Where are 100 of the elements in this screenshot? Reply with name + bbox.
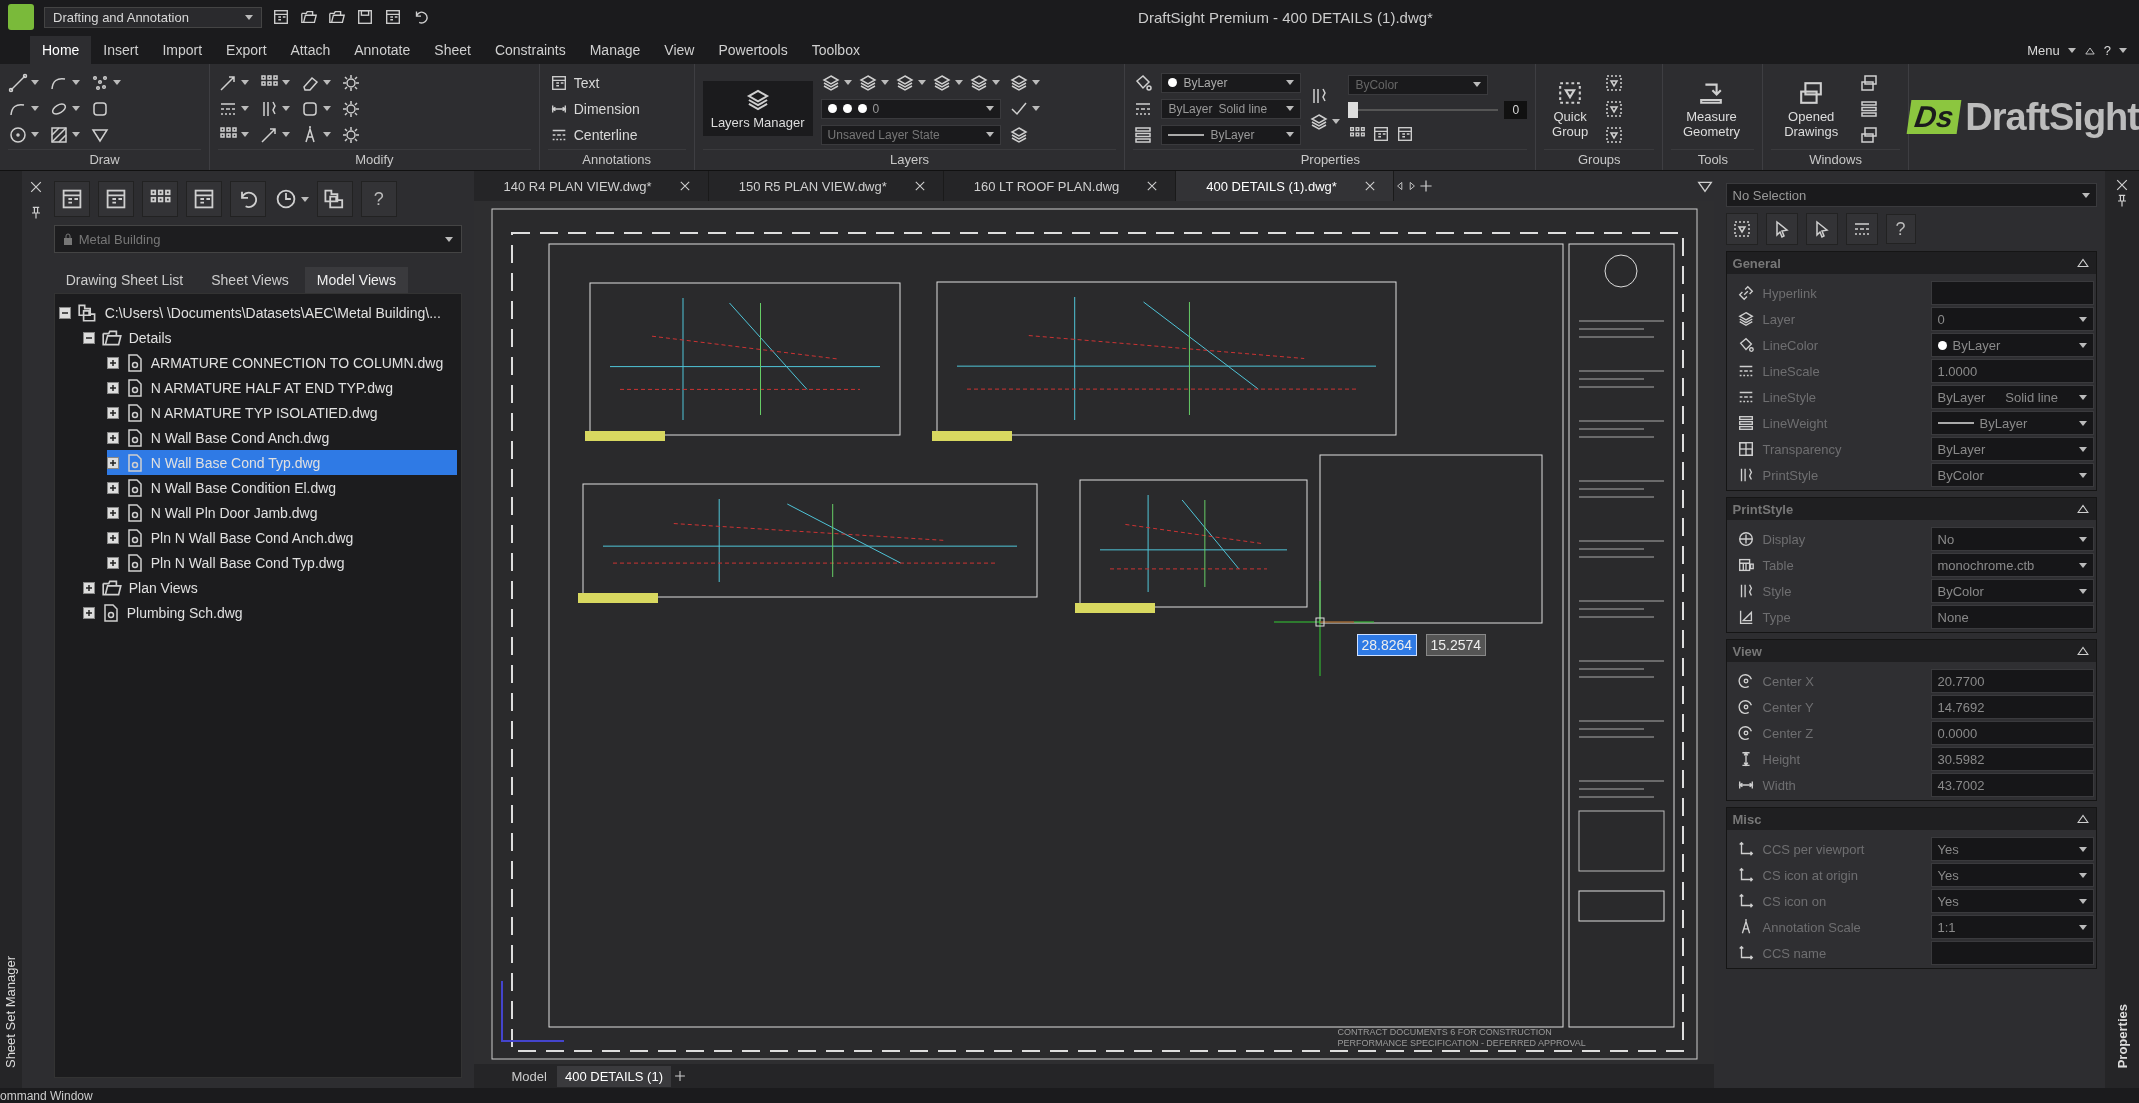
- property-dropdown[interactable]: ByLayer Solid line: [1930, 385, 2095, 409]
- layout-tab[interactable]: 400 DETAILS (1): [556, 1065, 671, 1087]
- annotation-button[interactable]: Text: [547, 71, 642, 94]
- quick-group-button[interactable]: Quick Group: [1544, 76, 1597, 141]
- caret-icon[interactable]: [2079, 924, 2088, 930]
- tree-item[interactable]: Plumbing Sch.dwg: [82, 600, 457, 625]
- caret-icon[interactable]: [2079, 562, 2088, 568]
- coordinate-field[interactable]: 15.2574: [1425, 634, 1487, 656]
- lineweight-dropdown[interactable]: ByLayer: [1161, 124, 1302, 145]
- tree-item[interactable]: Details: [82, 325, 457, 350]
- caret-icon[interactable]: [241, 80, 250, 85]
- caret-icon[interactable]: [2079, 394, 2088, 400]
- color-dropdown[interactable]: ByLayer: [1161, 72, 1302, 93]
- section-header[interactable]: PrintStyle: [1726, 498, 2097, 520]
- caret-icon[interactable]: [917, 80, 926, 85]
- layers-manager-button[interactable]: Layers Manager: [702, 81, 813, 136]
- expand-box-icon[interactable]: [106, 506, 119, 519]
- caret-icon[interactable]: [1031, 106, 1040, 111]
- property-field[interactable]: 43.7002: [1930, 773, 2095, 797]
- caret-icon[interactable]: [241, 106, 250, 111]
- caret-icon[interactable]: [1332, 119, 1341, 124]
- caret-icon[interactable]: [323, 106, 332, 111]
- drawing-tab[interactable]: 140 R4 PLAN VIEW.dwg*: [473, 171, 709, 201]
- line-icon[interactable]: [8, 72, 28, 93]
- layers-icon[interactable]: [1008, 124, 1029, 145]
- sheet-icon[interactable]: [1372, 124, 1391, 143]
- panel-side-label[interactable]: Properties: [2114, 1003, 2130, 1068]
- ribbon-tab[interactable]: Sheet: [422, 36, 483, 64]
- caret-icon[interactable]: [843, 80, 852, 85]
- panel-side-label[interactable]: Sheet Set Manager: [3, 955, 19, 1068]
- property-field[interactable]: 20.7700: [1930, 669, 2095, 693]
- caret-icon[interactable]: [2079, 472, 2088, 478]
- caret-icon[interactable]: [282, 132, 291, 137]
- toolbar-button[interactable]: [185, 181, 222, 217]
- ribbon-tab[interactable]: Import: [150, 36, 215, 64]
- drawing-tab[interactable]: 150 R5 PLAN VIEW.dwg*: [708, 171, 944, 201]
- ribbon-tab[interactable]: Annotate: [342, 36, 423, 64]
- expand-box-icon[interactable]: [106, 431, 119, 444]
- property-dropdown[interactable]: ByLayer: [1930, 437, 2095, 461]
- workspace-dropdown[interactable]: Drafting and Annotation: [44, 6, 262, 28]
- panel-tab[interactable]: Model Views: [304, 267, 408, 293]
- tree-item[interactable]: N ARMATURE TYP ISOLATIED.dwg: [106, 400, 457, 425]
- panel-tab[interactable]: Sheet Views: [199, 267, 301, 293]
- caret-icon[interactable]: [113, 80, 121, 85]
- layers-icon[interactable]: [820, 72, 841, 93]
- layers-icon[interactable]: [931, 72, 952, 93]
- group-icon[interactable]: [1604, 124, 1625, 145]
- ribbon-tab[interactable]: Insert: [91, 36, 151, 64]
- ribbon-tab[interactable]: Constraints: [482, 36, 578, 64]
- plus-icon[interactable]: [673, 1069, 687, 1083]
- expand-box-icon[interactable]: [106, 556, 119, 569]
- windows-icon[interactable]: [1859, 124, 1880, 145]
- caret-icon[interactable]: [2079, 588, 2088, 594]
- layers-icon[interactable]: [857, 72, 878, 93]
- sheet-icon[interactable]: [1396, 124, 1415, 143]
- layer-dropdown[interactable]: 0: [820, 98, 1001, 119]
- property-field[interactable]: 30.5982: [1930, 747, 2095, 771]
- toolbar-button[interactable]: [1805, 213, 1838, 245]
- caret-icon[interactable]: [2079, 420, 2088, 426]
- ribbon-tab[interactable]: View: [652, 36, 707, 64]
- property-field[interactable]: 1.0000: [1930, 359, 2095, 383]
- ribbon-tab[interactable]: Toolbox: [799, 36, 872, 64]
- tree-item[interactable]: N Wall Pln Door Jamb.dwg: [106, 500, 457, 525]
- caret-icon[interactable]: [991, 80, 1000, 85]
- caret-icon[interactable]: [323, 132, 332, 137]
- burst-icon[interactable]: [341, 124, 362, 145]
- section-header[interactable]: Misc: [1726, 808, 2097, 830]
- help-button[interactable]: ?: [2103, 43, 2111, 58]
- group-icon[interactable]: [1604, 72, 1625, 93]
- coordinate-field[interactable]: 28.8264: [1356, 634, 1418, 656]
- toolbar-button[interactable]: [229, 181, 266, 217]
- panel-tab[interactable]: Drawing Sheet List: [53, 267, 196, 293]
- transparency-slider[interactable]: [1348, 102, 1499, 117]
- caret-icon[interactable]: [2067, 48, 2076, 53]
- property-dropdown[interactable]: Yes: [1930, 863, 2095, 887]
- layout-tab[interactable]: Model: [503, 1065, 555, 1087]
- caret-icon[interactable]: [72, 106, 80, 111]
- caret-icon[interactable]: [31, 80, 39, 85]
- ribbon-tab[interactable]: Manage: [577, 36, 653, 64]
- property-dropdown[interactable]: monochrome.ctb: [1930, 553, 2095, 577]
- layers-icon[interactable]: [1309, 111, 1330, 132]
- property-dropdown[interactable]: ByColor: [1930, 579, 2095, 603]
- caret-icon[interactable]: [31, 132, 39, 137]
- toolbar-button[interactable]: [316, 181, 353, 217]
- caret-icon[interactable]: [323, 80, 332, 85]
- toolbar-button[interactable]: [97, 181, 134, 217]
- property-field[interactable]: 0.0000: [1930, 721, 2095, 745]
- caret-icon[interactable]: [72, 132, 80, 137]
- property-dropdown[interactable]: Yes: [1930, 889, 2095, 913]
- toolbar-button[interactable]: [1725, 213, 1758, 245]
- annotation-button[interactable]: Dimension: [547, 97, 642, 120]
- burst-icon[interactable]: [341, 98, 362, 119]
- caret-icon[interactable]: [985, 106, 994, 111]
- drawing-tab[interactable]: 400 DETAILS (1).dwg*: [1176, 171, 1394, 201]
- expand-box-icon[interactable]: [106, 531, 119, 544]
- expand-box-icon[interactable]: [106, 356, 119, 369]
- hatch-icon[interactable]: [49, 124, 69, 145]
- annotation-button[interactable]: Centerline: [547, 123, 642, 146]
- property-field[interactable]: None: [1930, 605, 2095, 629]
- property-dropdown[interactable]: 1:1: [1930, 915, 2095, 939]
